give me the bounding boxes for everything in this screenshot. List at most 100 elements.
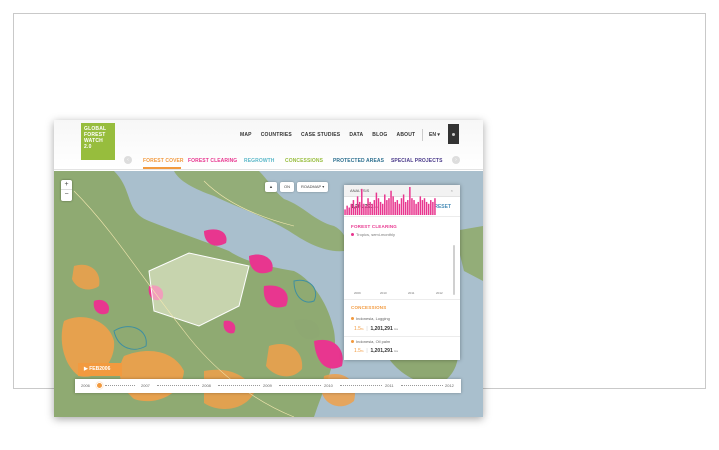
concession-values: 1.5% | 1,201,291 Ha bbox=[354, 348, 398, 354]
timeline-year[interactable]: 2010 bbox=[324, 383, 333, 388]
histogram-bar bbox=[363, 203, 365, 215]
concession-unit: Ha bbox=[394, 327, 398, 331]
layer-label: PROTECTED AREAS bbox=[333, 158, 385, 164]
concession-item[interactable]: Indonesia, Oil palm bbox=[351, 339, 390, 344]
concession-pct-unit: % bbox=[360, 349, 364, 353]
histogram-bar bbox=[394, 201, 396, 215]
axis-year-2009: 2009 bbox=[354, 291, 361, 295]
nav-countries[interactable]: COUNTRIES bbox=[261, 132, 292, 138]
panel-scrollbar[interactable] bbox=[453, 245, 455, 295]
layer-tab-protected-areas[interactable]: PROTECTED AREAS bbox=[333, 158, 384, 164]
histogram-bar bbox=[388, 198, 390, 215]
overlay-toggle[interactable]: ON bbox=[279, 182, 294, 192]
zoom-out-button[interactable]: − bbox=[61, 190, 72, 200]
histogram-bar bbox=[430, 200, 432, 215]
histogram-bar bbox=[432, 201, 434, 215]
map-tools: ▲ ON ROADMAP ▾ bbox=[265, 182, 329, 192]
layers-prev-arrow-icon[interactable]: ‹ bbox=[124, 156, 132, 164]
histogram-bar bbox=[354, 205, 357, 215]
close-icon[interactable]: × bbox=[451, 185, 453, 197]
histogram-bar bbox=[348, 207, 350, 215]
play-button[interactable]: ▶ FEB2006 bbox=[78, 363, 122, 376]
language-select[interactable]: EN ▾ bbox=[429, 132, 440, 138]
histogram-bar bbox=[375, 192, 378, 215]
histogram-bar bbox=[379, 201, 382, 215]
nav-about[interactable]: ABOUT bbox=[397, 132, 416, 138]
concession-unit: Ha bbox=[394, 349, 398, 353]
axis-year-2011: 2011 bbox=[408, 291, 415, 295]
concession-item[interactable]: Indonesia, Logging bbox=[351, 316, 390, 321]
histogram-bar bbox=[384, 194, 386, 215]
histogram-bar bbox=[344, 209, 346, 215]
histogram-bar bbox=[373, 200, 376, 215]
histogram-bar bbox=[369, 201, 371, 215]
nav-case-studies[interactable]: CASE STUDIES bbox=[301, 132, 340, 138]
logo-line-4: 2.0 bbox=[84, 144, 92, 150]
zoom-control: + − bbox=[61, 180, 72, 201]
concession-pct-unit: % bbox=[360, 327, 364, 331]
timeline-year[interactable]: 2007 bbox=[141, 383, 150, 388]
timeline-year[interactable]: 2011 bbox=[385, 383, 394, 388]
axis-year-2012: 2012 bbox=[436, 291, 443, 295]
histogram-bar bbox=[417, 201, 419, 215]
timeline-handle[interactable] bbox=[96, 382, 103, 389]
zoom-in-button[interactable]: + bbox=[61, 180, 72, 190]
reset-button[interactable]: RESET bbox=[434, 204, 451, 210]
user-menu-button[interactable] bbox=[448, 124, 459, 144]
nav-data[interactable]: DATA bbox=[349, 132, 363, 138]
map-canvas[interactable]: + − ▲ ON ROADMAP ▾ ANALYSIS × 1,201,291 … bbox=[54, 171, 483, 417]
histogram-bar bbox=[398, 203, 401, 215]
layer-tab-forest-cover[interactable]: FOREST COVER bbox=[143, 158, 184, 164]
concession-values: 1.5% | 1,201,291 Ha bbox=[354, 326, 398, 332]
layers-next-arrow-icon[interactable]: › bbox=[452, 156, 460, 164]
layer-tab-concessions[interactable]: CONCESSIONS bbox=[285, 158, 323, 164]
layer-tab-regrowth[interactable]: REGROWTH bbox=[244, 158, 275, 164]
timeline-year[interactable]: 2012 bbox=[445, 383, 454, 388]
histogram-bar bbox=[411, 198, 413, 215]
histogram-bar bbox=[402, 194, 405, 215]
histogram-bar bbox=[427, 203, 430, 215]
layer-label: FOREST COVER bbox=[143, 158, 184, 164]
histogram-bar bbox=[358, 201, 361, 215]
concession-value: 1,201,291 bbox=[370, 326, 393, 332]
nav-blog[interactable]: BLOG bbox=[372, 132, 387, 138]
histogram-bar bbox=[381, 203, 384, 215]
concession-name: Indonesia, Logging bbox=[356, 316, 390, 321]
timeline-year[interactable]: 2006 bbox=[81, 383, 90, 388]
histogram-bar bbox=[361, 188, 363, 215]
histogram-bar bbox=[377, 198, 380, 215]
site-header: GLOBAL FOREST WATCH 2.0 MAP COUNTRIES CA… bbox=[54, 120, 483, 170]
clearing-dot-icon bbox=[351, 233, 354, 237]
histogram-bar bbox=[423, 198, 426, 215]
histogram-bar bbox=[400, 198, 403, 215]
clearing-subtitle: Tropics, semi-monthly bbox=[344, 232, 460, 237]
histogram-bar bbox=[390, 190, 392, 215]
concession-pct: 1.5 bbox=[354, 326, 361, 332]
axis-year-2010: 2010 bbox=[380, 291, 387, 295]
concession-dot-icon bbox=[351, 340, 354, 344]
layer-toggle-icon[interactable]: ▲ bbox=[265, 182, 277, 192]
histogram-bar bbox=[425, 201, 428, 215]
histogram-bar bbox=[396, 200, 399, 215]
concession-dot-icon bbox=[351, 317, 354, 321]
layer-tab-special-projects[interactable]: SPECIAL PROJECTS bbox=[391, 158, 443, 164]
histogram-bar bbox=[371, 203, 373, 215]
top-nav: MAP COUNTRIES CASE STUDIES DATA BLOG ABO… bbox=[240, 132, 424, 138]
histogram-bar bbox=[407, 200, 409, 215]
timeline-year[interactable]: 2009 bbox=[263, 383, 272, 388]
active-layer-underline bbox=[143, 167, 181, 169]
histogram-bar bbox=[404, 201, 407, 215]
histogram-bar bbox=[365, 205, 367, 215]
nav-divider bbox=[422, 129, 423, 141]
basemap-select[interactable]: ROADMAP ▾ bbox=[296, 182, 329, 192]
histogram-bar bbox=[415, 203, 417, 215]
analysis-panel: ANALYSIS × 1,201,291 Ha RESET FOREST CLE… bbox=[344, 185, 460, 360]
layer-label: SPECIAL PROJECTS bbox=[391, 158, 443, 164]
histogram-bar bbox=[356, 196, 359, 215]
timeline-year[interactable]: 2008 bbox=[202, 383, 211, 388]
nav-map[interactable]: MAP bbox=[240, 132, 252, 138]
timeline-bar[interactable]: 2006 2007 2008 2009 2010 2011 2012 bbox=[75, 379, 461, 393]
histogram-bar bbox=[346, 205, 348, 215]
gfw-logo[interactable]: GLOBAL FOREST WATCH 2.0 bbox=[81, 123, 115, 160]
layer-tab-forest-clearing[interactable]: FOREST CLEARING bbox=[188, 158, 237, 164]
